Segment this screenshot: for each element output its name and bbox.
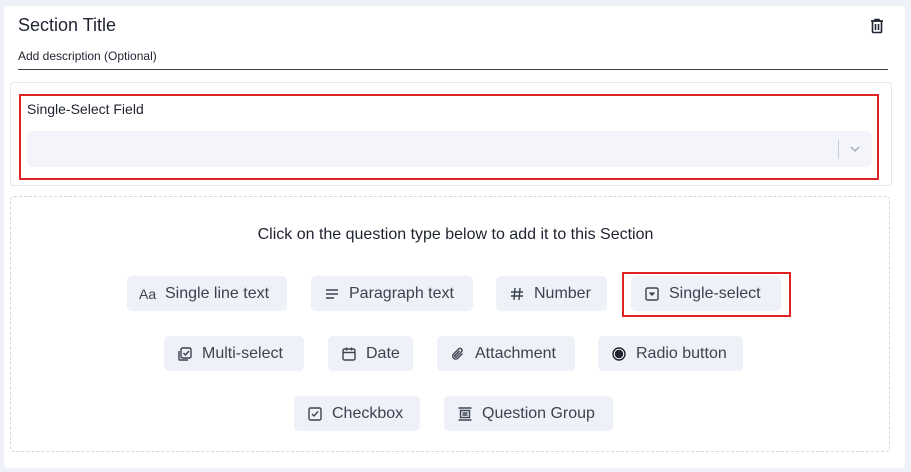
chip-label: Checkbox bbox=[332, 404, 404, 422]
radio-icon bbox=[610, 345, 628, 363]
chip-label: Question Group bbox=[482, 404, 595, 422]
select-divider bbox=[838, 140, 839, 159]
type-question-group[interactable]: Question Group bbox=[444, 396, 613, 431]
chip-label: Radio button bbox=[636, 344, 727, 362]
group-icon bbox=[456, 405, 474, 423]
field-label: Single-Select Field bbox=[27, 101, 144, 117]
chevron-down-icon bbox=[850, 146, 860, 153]
type-attachment[interactable]: Attachment bbox=[437, 336, 575, 371]
single-select-dropdown[interactable] bbox=[27, 131, 872, 167]
type-number[interactable]: Number bbox=[496, 276, 607, 311]
chip-label: Multi-select bbox=[202, 344, 283, 362]
section-description-input[interactable]: Add description (Optional) bbox=[18, 48, 888, 70]
chip-label: Date bbox=[366, 344, 400, 362]
type-single-line-text[interactable]: Aa Single line text bbox=[127, 276, 287, 311]
chip-label: Paragraph text bbox=[349, 284, 454, 302]
hash-icon bbox=[508, 285, 526, 303]
single-select-highlight bbox=[622, 272, 791, 317]
paragraph-icon bbox=[323, 285, 341, 303]
chip-label: Single line text bbox=[165, 284, 270, 302]
trash-icon bbox=[871, 18, 883, 34]
palette-hint: Click on the question type below to add … bbox=[257, 226, 654, 243]
text-aa-icon: Aa bbox=[139, 285, 157, 302]
type-paragraph-text[interactable]: Paragraph text bbox=[311, 276, 473, 311]
type-checkbox[interactable]: Checkbox bbox=[294, 396, 420, 431]
type-radio-button[interactable]: Radio button bbox=[598, 336, 743, 371]
multi-check-icon bbox=[176, 345, 194, 363]
chip-label: Attachment bbox=[475, 344, 556, 362]
paperclip-icon bbox=[449, 345, 467, 363]
chip-label: Number bbox=[534, 284, 591, 302]
type-date[interactable]: Date bbox=[328, 336, 413, 371]
checkbox-icon bbox=[306, 405, 324, 423]
delete-section-button[interactable] bbox=[867, 16, 887, 36]
section-title[interactable]: Section Title bbox=[18, 15, 116, 36]
type-multi-select[interactable]: Multi-select bbox=[164, 336, 304, 371]
calendar-icon bbox=[340, 345, 358, 363]
